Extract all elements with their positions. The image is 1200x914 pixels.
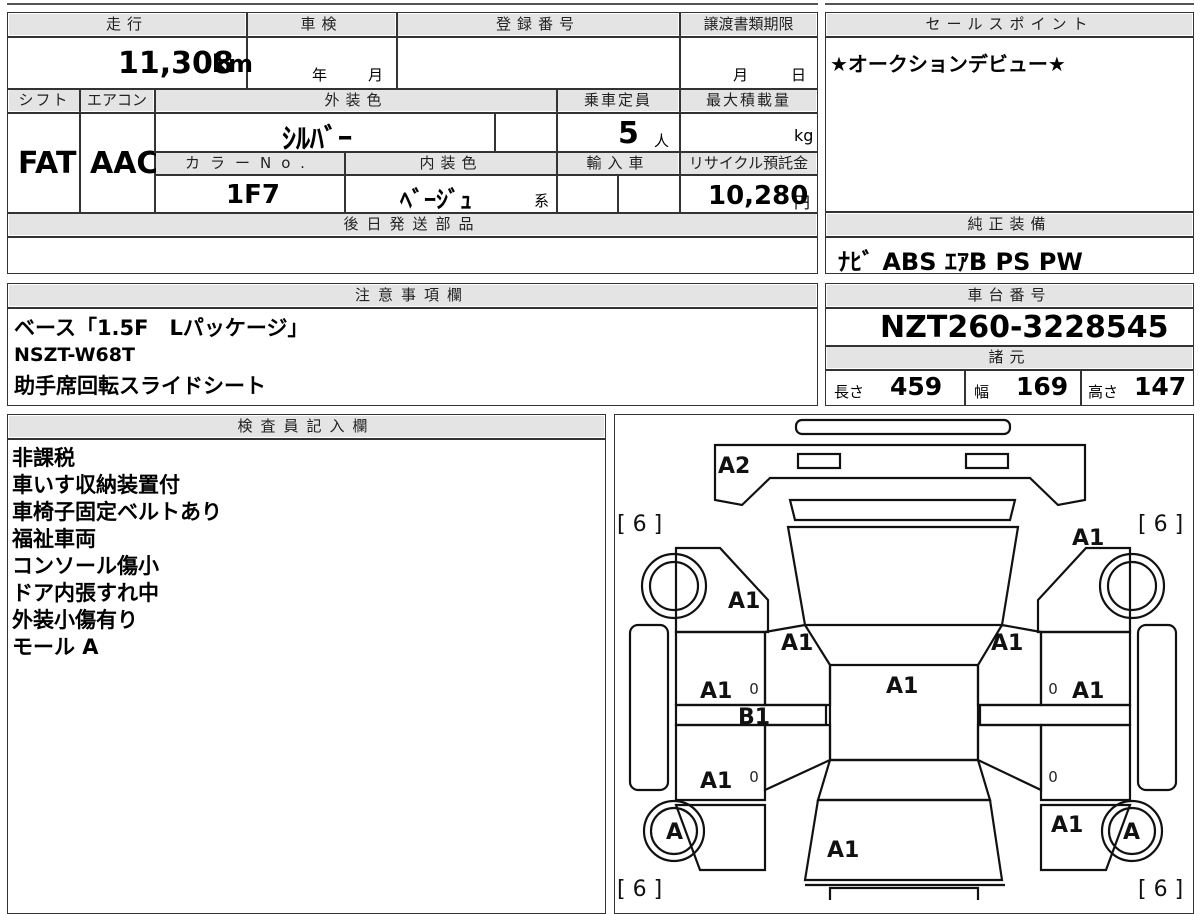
later-parts-header: 後日発送部品 <box>9 214 816 235</box>
inspection-header: 車検 <box>248 14 395 35</box>
mark-left-rear-door: A1 <box>700 769 732 794</box>
transfer-day: 日 <box>791 66 807 84</box>
zero-mark-1: 0 <box>749 680 759 698</box>
inspection-month: 月 <box>368 66 384 84</box>
color-no-value: 1F7 <box>226 180 280 210</box>
aircon-value: AAC <box>90 146 159 181</box>
interior-color-suffix: 系 <box>534 192 550 210</box>
color-no-header: カラーNo. <box>156 153 344 174</box>
equipment-text: ﾅﾋﾞ ABS ｴｱB PS PW <box>838 248 1083 276</box>
mark-left-front-door: A1 <box>700 679 732 704</box>
mark-left-fender: A1 <box>728 589 760 614</box>
width-value: 169 <box>1016 372 1069 401</box>
mark-front-bumper: A2 <box>718 454 750 479</box>
height-value: 147 <box>1134 372 1187 401</box>
zero-mark-4: 0 <box>1048 768 1058 786</box>
inspection-year: 年 <box>312 66 328 84</box>
chassis-number: NZT260-3228545 <box>880 310 1169 345</box>
capacity-header: 乗車定員 <box>558 90 678 111</box>
notes-line-3: 助手席回転スライドシート <box>14 374 266 398</box>
mark-left-step: B1 <box>738 705 770 730</box>
capacity-unit: 人 <box>654 132 670 150</box>
inspector-header: 検査員記入欄 <box>9 416 604 437</box>
mileage-header: 走行 <box>9 14 245 35</box>
registration-header: 登録番号 <box>398 14 678 35</box>
length-label: 長さ <box>834 383 865 401</box>
recycle-unit: 円 <box>794 193 811 212</box>
tire-tread-front-left: [ 6 ] <box>617 512 662 537</box>
inspector-line-2: 車いす収納装置付 <box>12 473 180 497</box>
sales-point-box <box>825 12 1194 212</box>
notes-line-1: ベース「1.5F Lパッケージ」 <box>14 316 309 340</box>
inspector-line-5: コンソール傷小 <box>12 554 159 578</box>
length-value: 459 <box>890 372 943 401</box>
max-load-header: 最大積載量 <box>681 90 816 111</box>
inspector-line-7: 外装小傷有り <box>12 608 138 632</box>
mark-right-front-door: A1 <box>1072 679 1104 704</box>
inspector-line-3: 車椅子固定ベルトあり <box>12 500 222 524</box>
import-header: 輸入車 <box>558 153 678 174</box>
transfer-month: 月 <box>733 66 749 84</box>
zero-mark-2: 0 <box>749 768 759 786</box>
exterior-color-header: 外装色 <box>156 90 556 111</box>
tire-tread-rear-left: [ 6 ] <box>617 877 662 900</box>
recycle-header: リサイクル預託金 <box>681 153 816 174</box>
mark-rear-glass: A1 <box>827 838 859 863</box>
sales-point-text: ★オークションデビュー★ <box>830 52 1066 76</box>
mark-left-wheel: A <box>666 820 683 845</box>
tire-tread-front-right: [ 6 ] <box>1138 512 1183 537</box>
aircon-header: エアコン <box>81 90 153 111</box>
interior-color-header: 内装色 <box>346 153 556 174</box>
width-label: 幅 <box>974 383 990 401</box>
inspector-line-8: モール A <box>12 635 99 659</box>
height-label: 高さ <box>1088 383 1119 401</box>
capacity-value: 5 <box>618 116 639 151</box>
tire-tread-rear-right: [ 6 ] <box>1138 877 1183 900</box>
mark-roof: A1 <box>886 674 918 699</box>
chassis-header: 車台番号 <box>827 285 1192 306</box>
top-divider <box>7 3 818 5</box>
transfer-deadline-header: 譲渡書類期限 <box>681 14 816 35</box>
car-diagram: 0 0 0 0 [ 6 ] [ 6 ] [ 6 ] [ 6 ] A2 A1 A1… <box>617 418 1183 900</box>
equipment-header: 純正装備 <box>827 214 1192 235</box>
zero-mark-3: 0 <box>1048 680 1058 698</box>
interior-color-value: ﾍﾞｰｼﾞｭ <box>400 186 472 214</box>
max-load-unit: kg <box>794 126 814 145</box>
mark-right-fender: A1 <box>1072 526 1104 551</box>
mileage-unit: km <box>212 50 253 78</box>
shift-value: FAT <box>18 146 77 181</box>
shift-header: シフト <box>9 90 79 111</box>
sales-point-header: セールスポイント <box>827 14 1192 35</box>
notes-line-2: NSZT-W68T <box>14 344 135 366</box>
mark-right-rear-quarter: A1 <box>1051 813 1083 838</box>
specs-header: 諸元 <box>827 347 1192 368</box>
inspector-line-6: ドア内張すれ中 <box>12 581 159 605</box>
mark-left-pillar: A1 <box>781 631 813 656</box>
mark-right-wheel: A <box>1123 820 1140 845</box>
inspector-line-4: 福祉車両 <box>12 527 96 551</box>
inspector-line-1: 非課税 <box>12 446 75 470</box>
notes-header: 注意事項欄 <box>9 285 816 306</box>
mark-right-pillar: A1 <box>991 631 1023 656</box>
